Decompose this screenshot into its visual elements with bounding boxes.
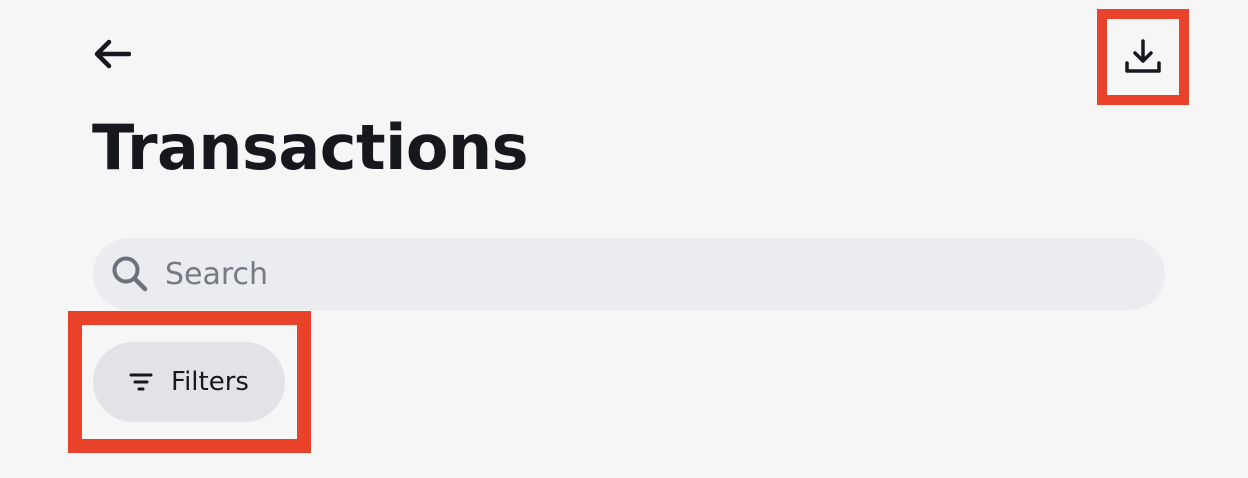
download-button[interactable] <box>1097 9 1189 105</box>
back-button[interactable] <box>90 34 134 74</box>
filters-button[interactable]: Filters <box>93 342 285 422</box>
filters-label: Filters <box>171 367 249 397</box>
search-bar[interactable] <box>93 238 1165 310</box>
filter-lines-icon <box>129 373 153 391</box>
search-icon <box>112 256 148 292</box>
download-icon <box>1125 39 1161 73</box>
search-input[interactable] <box>165 244 1065 304</box>
page-title: Transactions <box>92 111 529 184</box>
arrow-left-icon <box>94 39 131 69</box>
